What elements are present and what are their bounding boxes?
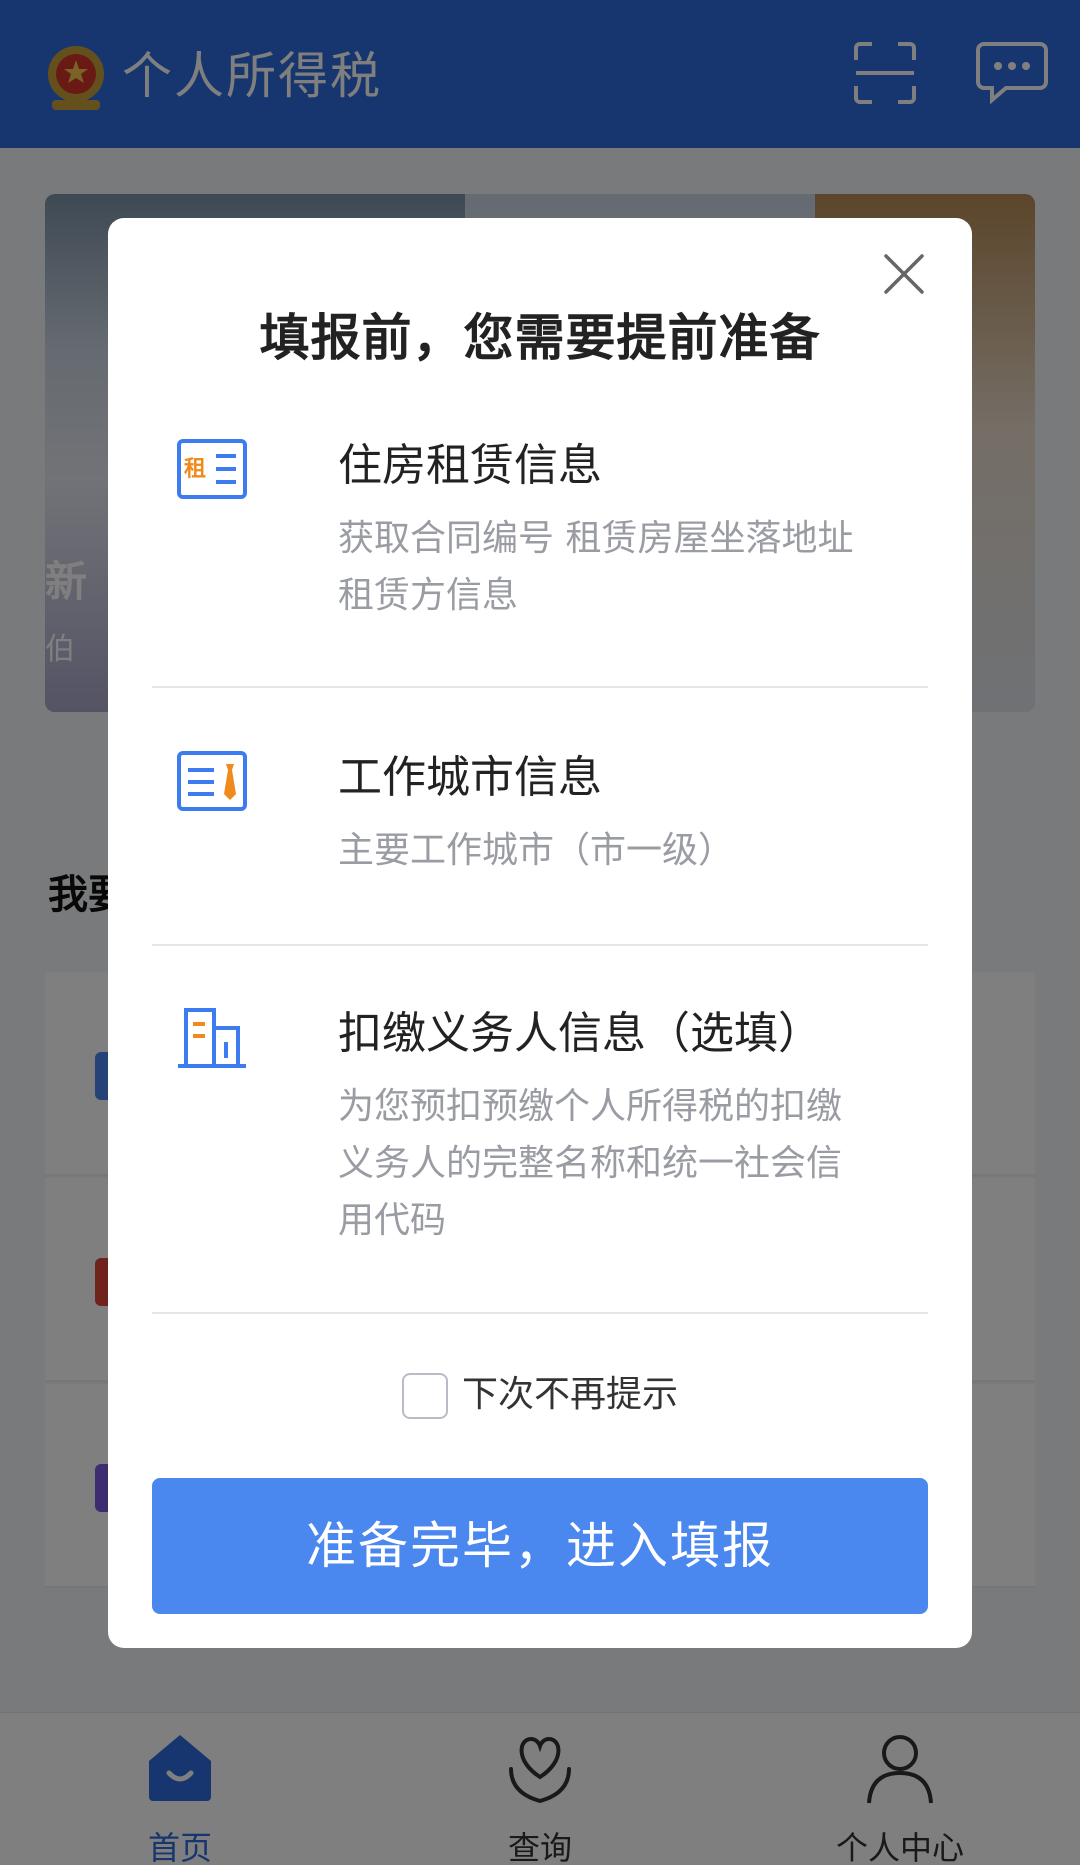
prep-item-desc: 为您预扣预缴个人所得税的扣缴 义务人的完整名称和统一社会信 用代码	[338, 1078, 908, 1249]
desc-line: 义务人的完整名称和统一社会信	[338, 1143, 843, 1184]
prep-item-desc: 获取合同编号 租赁房屋坐落地址 租赁方信息	[338, 510, 908, 624]
rental-icon-text: 租	[184, 457, 206, 482]
prep-item-title: 住房租赁信息	[338, 440, 602, 491]
desc-line: 获取合同编号 租赁房屋坐落地址	[338, 518, 854, 559]
rental-icon: 租	[177, 439, 247, 499]
building-icon	[178, 1008, 246, 1068]
prep-item-title: 扣缴义务人信息（选填）	[338, 1008, 822, 1059]
desc-line: 租赁方信息	[338, 575, 519, 616]
close-icon[interactable]	[880, 250, 928, 298]
prep-item-work-city: 工作城市信息 主要工作城市（市一级）	[152, 750, 928, 880]
desc-line: 用代码	[338, 1200, 447, 1241]
divider	[152, 1312, 928, 1314]
prep-item-withholding-agent: 扣缴义务人信息（选填） 为您预扣预缴个人所得税的扣缴 义务人的完整名称和统一社会…	[152, 1006, 928, 1246]
preparation-dialog: 填报前，您需要提前准备 租 住房租赁信息 获取合同编号 租赁房屋坐落地址 租赁方…	[108, 218, 972, 1648]
prep-item-desc: 主要工作城市（市一级）	[338, 822, 908, 879]
prep-item-rental: 租 住房租赁信息 获取合同编号 租赁房屋坐落地址 租赁方信息	[152, 438, 928, 618]
desc-line: 为您预扣预缴个人所得税的扣缴	[338, 1086, 843, 1127]
dont-show-again-label[interactable]: 下次不再提示	[462, 1370, 678, 1420]
desc-line: 主要工作城市（市一级）	[338, 830, 735, 871]
dont-show-again-row[interactable]: 下次不再提示	[108, 1370, 972, 1420]
dialog-title: 填报前，您需要提前准备	[259, 309, 821, 367]
dont-show-again-checkbox[interactable]	[402, 1373, 448, 1419]
work-city-icon	[177, 751, 247, 811]
prep-item-title: 工作城市信息	[338, 752, 602, 803]
divider	[152, 944, 928, 946]
confirm-button[interactable]: 准备完毕，进入填报	[152, 1478, 928, 1614]
divider	[152, 686, 928, 688]
